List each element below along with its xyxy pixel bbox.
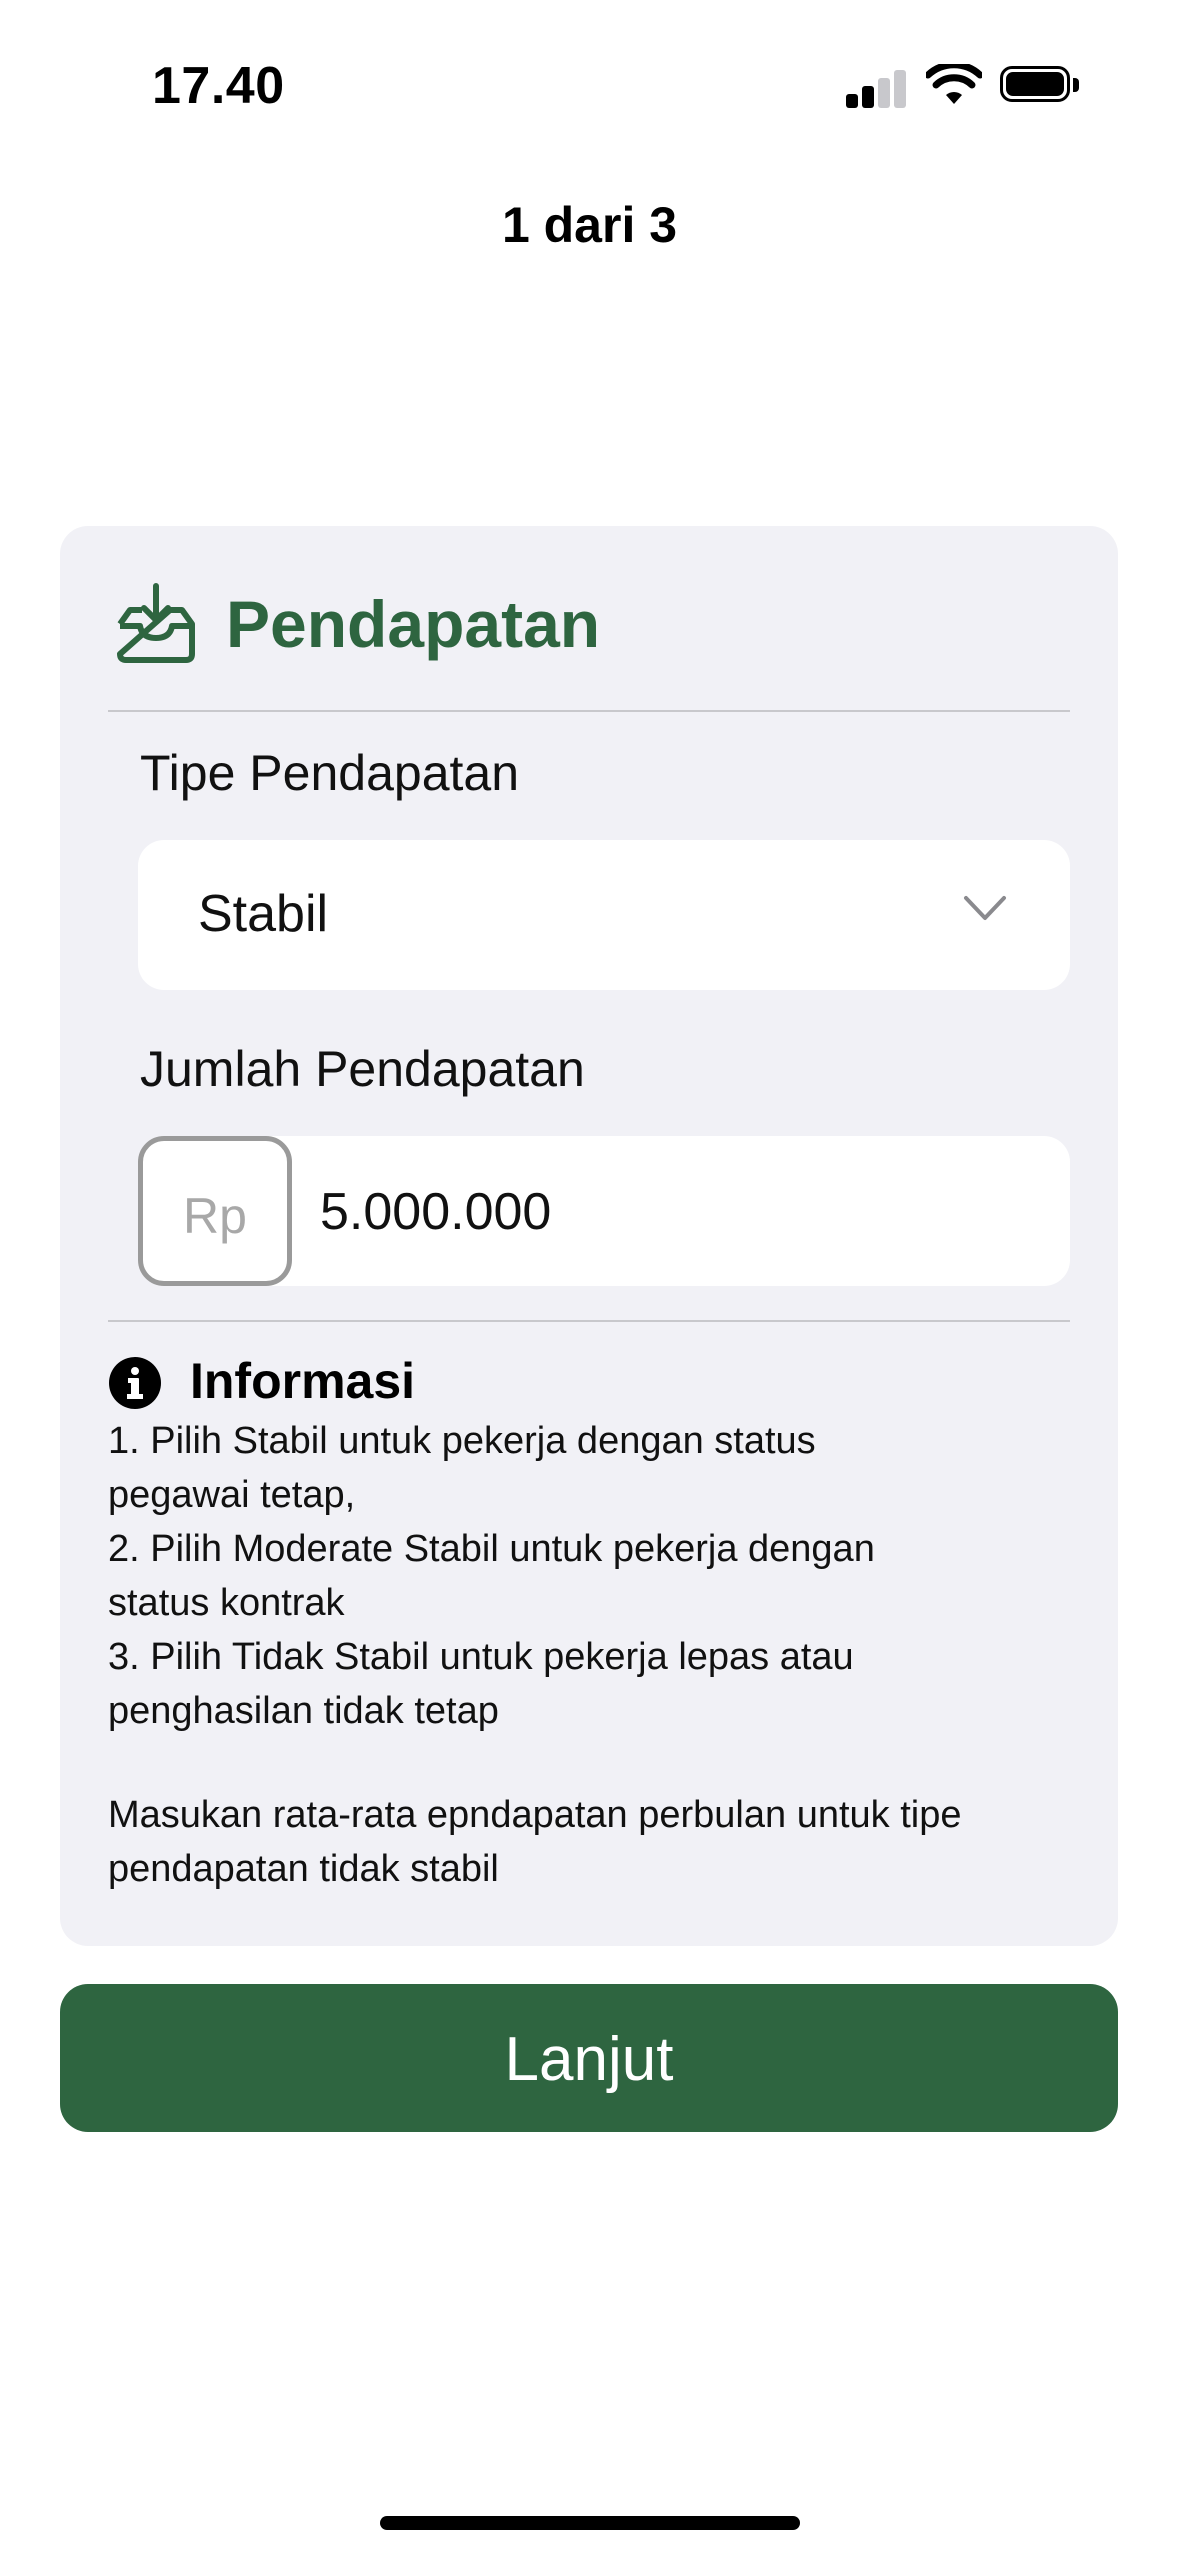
inbox-download-icon bbox=[117, 583, 195, 663]
info-title: Informasi bbox=[190, 1353, 416, 1409]
status-time: 17.40 bbox=[152, 57, 285, 115]
info-line: pegawai tetap, bbox=[108, 1474, 356, 1516]
info-icon bbox=[109, 1357, 161, 1409]
wifi-icon bbox=[926, 64, 982, 104]
step-indicator: 1 dari 3 bbox=[501, 197, 678, 253]
card-title: Pendapatan bbox=[226, 587, 601, 661]
info-text: 1. Pilih Stabil untuk pekerja dengan sta… bbox=[108, 1414, 1068, 1738]
info-line: penghasilan tidak tetap bbox=[108, 1690, 499, 1732]
status-bar: 17.40 bbox=[0, 0, 1179, 160]
info-note-line: Masukan rata-rata epndapatan perbulan un… bbox=[108, 1794, 962, 1836]
income-type-label: Tipe Pendapatan bbox=[140, 745, 520, 801]
info-line: 2. Pilih Moderate Stabil untuk pekerja d… bbox=[108, 1528, 875, 1570]
income-card: Pendapatan Tipe Pendapatan Stabil Jumlah… bbox=[60, 526, 1118, 1946]
divider bbox=[108, 710, 1070, 712]
income-type-select[interactable]: Stabil bbox=[138, 840, 1070, 990]
info-line: 1. Pilih Stabil untuk pekerja dengan sta… bbox=[108, 1420, 816, 1462]
currency-prefix: Rp bbox=[138, 1136, 292, 1286]
cellular-signal-icon bbox=[846, 68, 908, 108]
income-amount-input[interactable]: 5.000.000 bbox=[320, 1182, 551, 1242]
next-button-label: Lanjut bbox=[504, 2025, 674, 2094]
income-type-value: Stabil bbox=[198, 885, 329, 943]
home-indicator[interactable] bbox=[380, 2516, 800, 2530]
income-amount-field[interactable]: Rp 5.000.000 bbox=[138, 1136, 1070, 1286]
info-line: status kontrak bbox=[108, 1582, 345, 1624]
info-note-line: pendapatan tidak stabil bbox=[108, 1848, 499, 1890]
battery-icon bbox=[1000, 66, 1082, 106]
currency-label: Rp bbox=[183, 1188, 247, 1244]
income-amount-label: Jumlah Pendapatan bbox=[140, 1041, 585, 1097]
next-button[interactable]: Lanjut bbox=[60, 1984, 1118, 2132]
chevron-down-icon bbox=[964, 896, 1006, 920]
info-line: 3. Pilih Tidak Stabil untuk pekerja lepa… bbox=[108, 1636, 854, 1678]
info-note: Masukan rata-rata epndapatan perbulan un… bbox=[108, 1788, 1068, 1896]
divider bbox=[108, 1320, 1070, 1322]
